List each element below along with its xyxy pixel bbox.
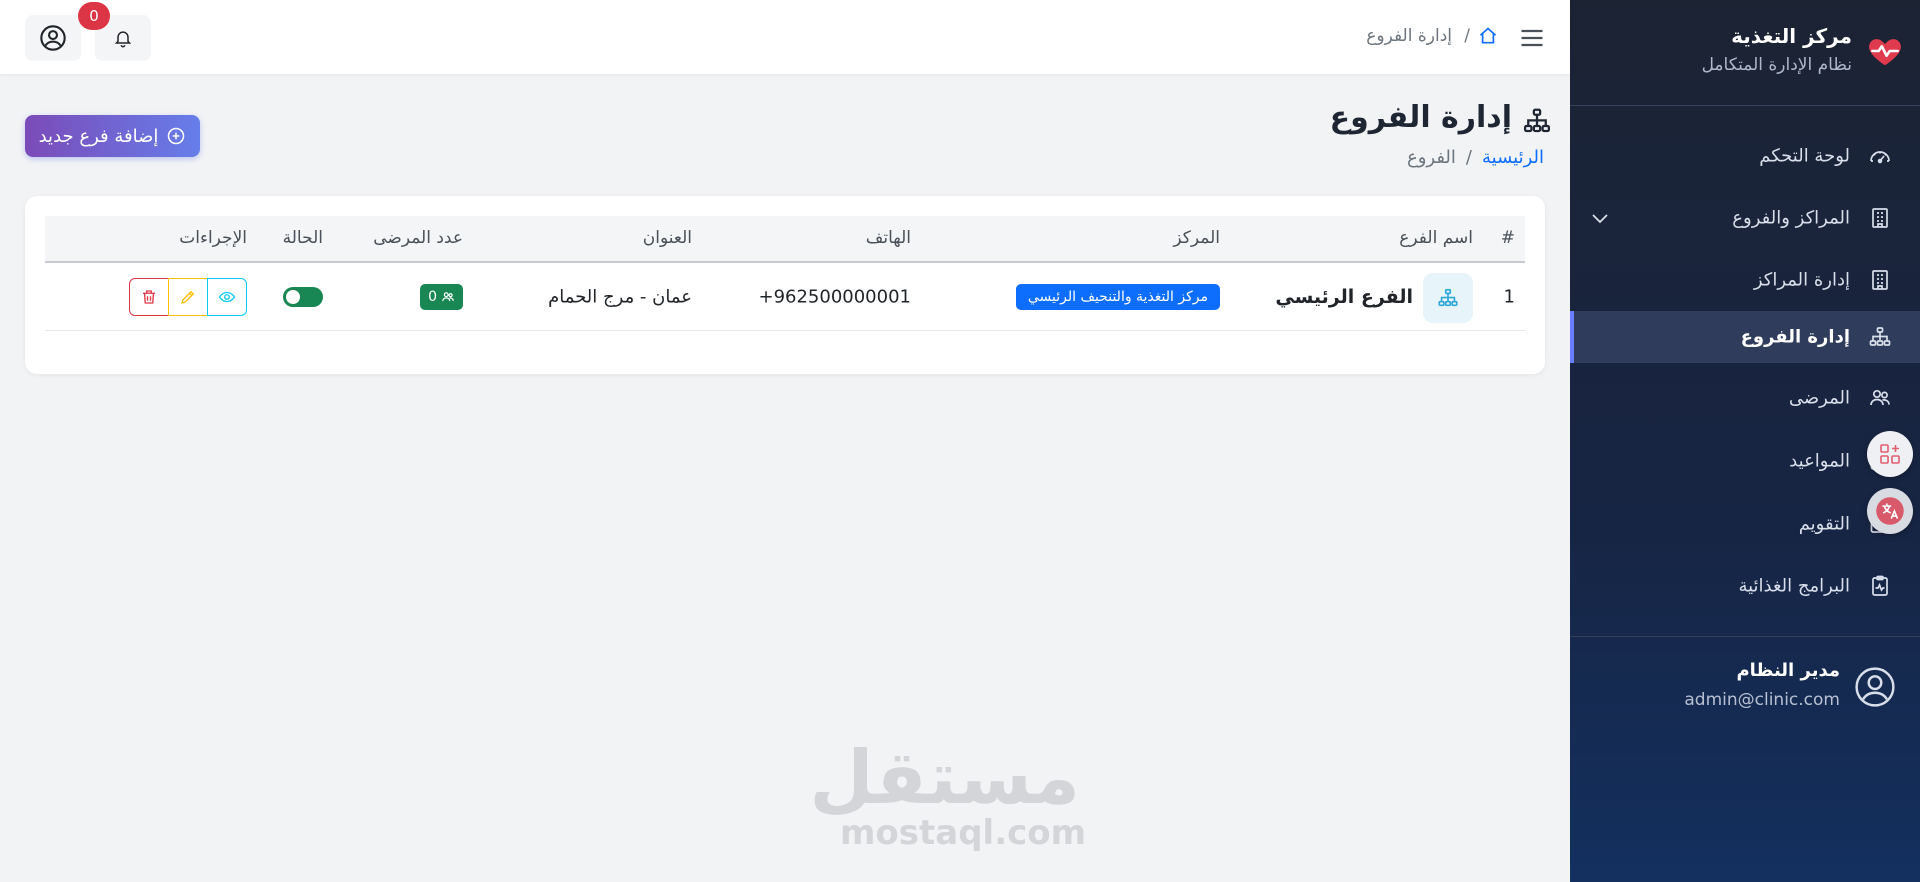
branch-phone: 962500000001+ bbox=[758, 286, 911, 307]
hamburger-menu-icon[interactable] bbox=[1518, 24, 1546, 52]
floating-apps-button[interactable] bbox=[1867, 431, 1913, 477]
branch-address: عمان - مرج الحمام bbox=[548, 286, 692, 307]
bell-icon bbox=[114, 31, 132, 48]
delete-button[interactable] bbox=[129, 277, 169, 316]
add-branch-button[interactable]: إضافة فرع جديد bbox=[25, 115, 200, 157]
column-header-address: العنوان bbox=[642, 228, 692, 248]
column-header-actions: الإجراءات bbox=[179, 228, 247, 248]
table-row: 1 الفرع الرئيسي مركز التغذية والتنحيف ال… bbox=[45, 263, 1525, 331]
row-actions bbox=[129, 277, 247, 316]
breadcrumb: الرئيسية / الفروع bbox=[1407, 147, 1544, 168]
column-header-patient-count: عدد المرضى bbox=[373, 228, 463, 248]
sidebar-item-label: التقويم bbox=[1798, 513, 1850, 535]
breadcrumb-current: الفروع bbox=[1406, 147, 1456, 168]
floating-translate-button[interactable] bbox=[1867, 488, 1913, 534]
user-email: admin@clinic.com bbox=[1684, 690, 1840, 710]
branches-table-card: # اسم الفرع المركز الهاتف العنوان عدد ال… bbox=[25, 196, 1545, 374]
sidebar-item-label: إدارة المراكز bbox=[1753, 269, 1850, 291]
view-button[interactable] bbox=[207, 277, 247, 316]
sidebar-brand: مركز التغذية نظام الإدارة المتكامل bbox=[1570, 0, 1920, 106]
sitemap-icon bbox=[1869, 327, 1891, 346]
pencil-icon bbox=[181, 290, 195, 304]
apps-add-icon bbox=[1880, 444, 1900, 464]
eye-icon bbox=[218, 291, 236, 302]
sidebar-divider bbox=[1570, 636, 1920, 637]
row-index: 1 bbox=[1503, 286, 1515, 307]
sidebar-item-label: المواعيد bbox=[1789, 450, 1850, 472]
user-circle-icon bbox=[40, 25, 66, 51]
column-header-center: المركز bbox=[1173, 228, 1220, 248]
sidebar-item-manage-branches[interactable]: إدارة الفروع bbox=[1570, 311, 1920, 363]
edit-button[interactable] bbox=[168, 277, 208, 316]
notification-count-badge: 0 bbox=[78, 2, 110, 30]
sitemap-icon bbox=[1524, 108, 1550, 133]
people-icon bbox=[442, 291, 454, 301]
table-header: # اسم الفرع المركز الهاتف العنوان عدد ال… bbox=[45, 216, 1525, 263]
people-icon bbox=[1870, 389, 1890, 406]
speedometer-icon bbox=[1870, 151, 1890, 164]
building-icon bbox=[1872, 208, 1888, 228]
column-header-status: الحالة bbox=[282, 228, 323, 248]
user-name: مدير النظام bbox=[1736, 660, 1840, 681]
plus-circle-icon bbox=[168, 127, 185, 145]
branch-avatar bbox=[1423, 273, 1473, 323]
header-breadcrumb-current: إدارة الفروع bbox=[1366, 26, 1452, 46]
sidebar-item-dashboard[interactable]: لوحة التحكم bbox=[1570, 130, 1920, 182]
toggle-knob bbox=[286, 289, 300, 304]
building-icon bbox=[1872, 270, 1888, 290]
column-header-phone: الهاتف bbox=[865, 228, 911, 248]
heart-pulse-icon bbox=[1869, 39, 1901, 66]
sidebar-item-diet-programs[interactable]: البرامج الغذائية bbox=[1570, 560, 1920, 612]
breadcrumb-separator: / bbox=[1464, 26, 1470, 46]
sidebar-item-label: المرضى bbox=[1788, 387, 1850, 409]
column-header-index: # bbox=[1500, 228, 1515, 248]
patient-count-value: 0 bbox=[428, 288, 437, 305]
clipboard-pulse-icon bbox=[1872, 575, 1888, 596]
home-icon[interactable] bbox=[1478, 26, 1498, 46]
status-toggle[interactable] bbox=[283, 286, 323, 307]
translate-icon bbox=[1876, 497, 1904, 525]
breadcrumb-home-link[interactable]: الرئيسية bbox=[1482, 147, 1544, 168]
watermark: مستقل mostaql.com bbox=[809, 735, 1087, 853]
topbar: / إدارة الفروع 0 bbox=[0, 0, 1570, 74]
watermark-english: mostaql.com bbox=[840, 813, 1087, 853]
breadcrumb-separator: / bbox=[1465, 147, 1472, 168]
sidebar-item-label: المراكز والفروع bbox=[1732, 207, 1850, 229]
add-branch-label: إضافة فرع جديد bbox=[38, 125, 159, 147]
brand-subtitle: نظام الإدارة المتكامل bbox=[1701, 55, 1852, 75]
column-header-branch-name: اسم الفرع bbox=[1399, 228, 1473, 248]
chevron-down-icon[interactable] bbox=[1588, 206, 1612, 230]
watermark-arabic: مستقل bbox=[809, 735, 1080, 821]
sidebar-item-label: لوحة التحكم bbox=[1759, 145, 1850, 167]
branch-name: الفرع الرئيسي bbox=[1275, 285, 1413, 308]
sidebar: مركز التغذية نظام الإدارة المتكامل لوحة … bbox=[1570, 0, 1920, 882]
user-avatar-icon bbox=[1855, 667, 1895, 707]
sidebar-item-manage-centers[interactable]: إدارة المراكز bbox=[1570, 254, 1920, 306]
trash-icon bbox=[143, 289, 155, 304]
sidebar-item-centers-branches[interactable]: المراكز والفروع bbox=[1570, 192, 1920, 244]
user-menu-button[interactable] bbox=[25, 15, 81, 61]
sidebar-item-patients[interactable]: المرضى bbox=[1570, 372, 1920, 424]
center-badge: مركز التغذية والتنحيف الرئيسي bbox=[1015, 283, 1220, 310]
sitemap-icon bbox=[1438, 288, 1458, 307]
sidebar-item-label: إدارة الفروع bbox=[1740, 326, 1850, 348]
patient-count-badge: 0 bbox=[420, 283, 463, 310]
sidebar-item-label: البرامج الغذائية bbox=[1738, 575, 1850, 597]
brand-title: مركز التغذية bbox=[1731, 24, 1852, 48]
page-title: إدارة الفروع bbox=[1329, 100, 1512, 135]
